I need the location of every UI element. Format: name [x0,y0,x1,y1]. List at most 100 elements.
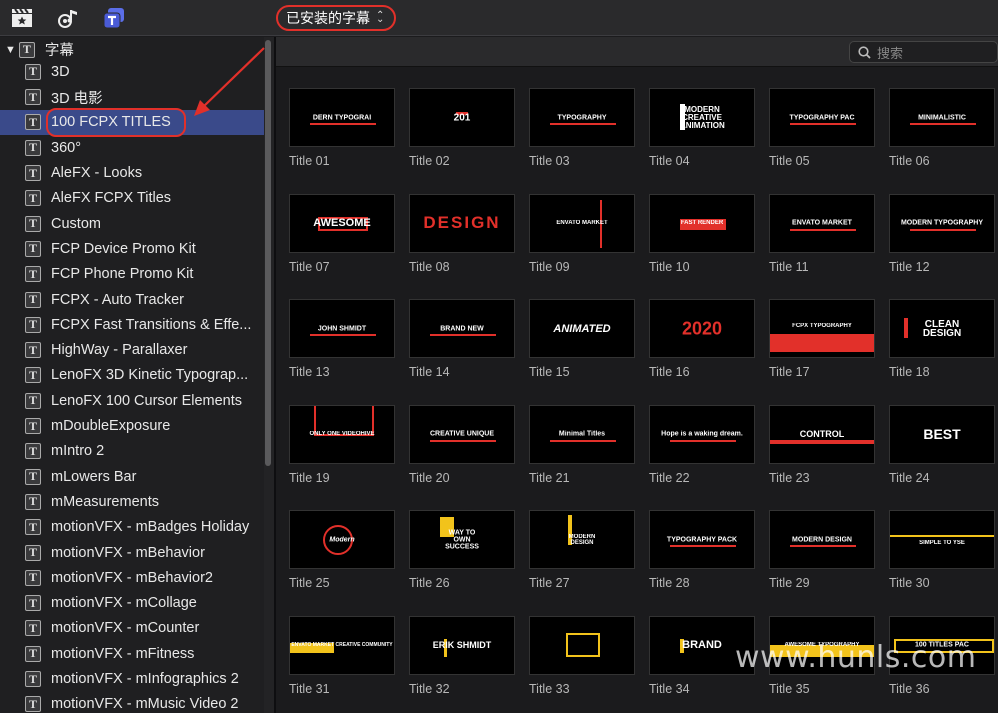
title-tile[interactable]: TYPOGRAPHY PAC Title 05 [769,88,875,168]
title-thumbnail[interactable]: JOHN SHMIDT [289,299,395,358]
title-tile[interactable]: FCPX TYPOGRAPHY Title 17 [769,299,875,379]
title-tile[interactable]: MODERN DESIGN Title 29 [769,510,875,590]
title-thumbnail[interactable]: MINIMALISTIC [889,88,995,147]
title-tile[interactable]: BEST Title 24 [889,404,995,485]
title-thumbnail[interactable]: CONTROL [769,404,875,464]
title-thumbnail[interactable]: AWESOME [289,193,395,253]
sidebar-item[interactable]: T AleFX FCPX Titles [0,186,264,211]
title-thumbnail[interactable]: CREATIVE UNIQUE [409,404,515,464]
sidebar-item[interactable]: TmDoubleExposure [0,414,264,439]
sidebar-item[interactable]: T FCP Phone Promo Kit [0,262,264,287]
title-thumbnail[interactable]: CLEAN DESIGN [889,299,995,358]
title-thumbnail[interactable]: Hope is a waking dream. [649,404,755,464]
sidebar-item[interactable]: TmotionVFX - mFitness [0,641,264,666]
title-tile[interactable]: 201 Title 02 [409,88,515,168]
title-tile[interactable]: 2020 Title 16 [649,299,755,379]
disclosure-triangle-icon[interactable]: ▼ [5,44,16,56]
search-field[interactable]: 搜索 [849,41,998,63]
sidebar-item[interactable]: TmLowers Bar [0,464,264,489]
title-tile[interactable]: DERN TYPOGRAI Title 01 [289,88,395,168]
sidebar-item[interactable]: T AleFX - Looks [0,161,264,186]
sidebar-item[interactable]: TmotionVFX - mInfographics 2 [0,667,264,692]
title-thumbnail[interactable]: 201 [409,88,515,147]
sidebar-item[interactable]: TmMeasurements [0,489,264,514]
title-thumbnail[interactable]: Minimal Titles [529,404,635,464]
title-thumbnail[interactable]: MODERN DESIGN [529,510,635,569]
title-thumbnail[interactable]: FCPX TYPOGRAPHY [769,299,875,358]
title-tile[interactable]: ENVATO MARKET Title 09 [529,193,635,274]
title-tile[interactable]: TYPOGRAPHY PACK Title 28 [649,510,755,590]
title-tile[interactable]: CLEAN DESIGN Title 18 [889,299,995,379]
title-tile[interactable]: BRAND NEW Title 14 [409,299,515,379]
title-thumbnail[interactable]: MODERN DESIGN [769,510,875,569]
title-tile[interactable]: ENVATO MARKET CREATIVE COMMUNITY Title 31 [289,615,395,696]
title-tile[interactable]: Minimal Titles Title 21 [529,404,635,485]
sidebar-item[interactable]: T Custom [0,211,264,236]
title-tile[interactable]: DESIGN Title 08 [409,193,515,274]
title-thumbnail[interactable]: ERIK SHMIDT [409,615,515,675]
title-tile[interactable]: FAST RENDER Title 10 [649,193,755,274]
title-tile[interactable]: Title 33 [529,615,635,696]
title-thumbnail[interactable]: ENVATO MARKET [529,193,635,253]
sidebar-item[interactable]: TmIntro 2 [0,439,264,464]
titles-icon[interactable] [102,7,126,29]
sidebar-item[interactable]: T 360° [0,135,264,160]
title-thumbnail[interactable]: ONLY ONE VIDEOHIVE [289,404,395,464]
title-tile[interactable]: SIMPLE TO YSE Title 30 [889,510,995,590]
title-tile[interactable]: WAY TO OWN SUCCESS Title 26 [409,510,515,590]
title-thumbnail[interactable]: 2020 [649,299,755,358]
clapper-star-icon[interactable] [10,7,34,29]
title-tile[interactable]: JOHN SHMIDT Title 13 [289,299,395,379]
sidebar-item[interactable]: TmotionVFX - mBehavior [0,540,264,565]
title-thumbnail[interactable]: TYPOGRAPHY [529,88,635,147]
title-tile[interactable]: MODERN CREATIVE ANIMATION Title 04 [649,88,755,168]
sidebar-item[interactable]: T HighWay - Parallaxer [0,338,264,363]
title-tile[interactable]: ERIK SHMIDT Title 32 [409,615,515,696]
title-thumbnail[interactable]: FAST RENDER [649,193,755,253]
title-thumbnail[interactable]: MODERN TYPOGRAPHY [889,193,995,253]
sidebar-item[interactable]: TmotionVFX - mCollage [0,591,264,616]
title-tile[interactable]: Modern Title 25 [289,510,395,590]
title-thumbnail[interactable]: DESIGN [409,193,515,253]
title-tile[interactable]: ONLY ONE VIDEOHIVE Title 19 [289,404,395,485]
title-thumbnail[interactable]: DERN TYPOGRAI [289,88,395,147]
title-thumbnail[interactable]: BEST [889,404,995,464]
title-thumbnail[interactable]: WAY TO OWN SUCCESS [409,510,515,569]
title-tile[interactable]: ANIMATED Title 15 [529,299,635,379]
title-tile[interactable]: CREATIVE UNIQUE Title 20 [409,404,515,485]
title-tile[interactable]: ENVATO MARKET Title 11 [769,193,875,274]
title-t-icon: T [25,190,41,207]
title-thumbnail[interactable]: SIMPLE TO YSE [889,510,995,569]
title-tile[interactable]: CONTROL Title 23 [769,404,875,485]
sidebar-item[interactable]: T FCPX - Auto Tracker [0,287,264,312]
title-tile[interactable]: MINIMALISTIC Title 06 [889,88,995,168]
title-thumbnail[interactable]: ENVATO MARKET [769,193,875,253]
sidebar-item[interactable]: T LenoFX 3D Kinetic Typograp... [0,363,264,388]
title-t-icon: T [25,139,41,156]
title-thumbnail[interactable]: ENVATO MARKET CREATIVE COMMUNITY [289,615,395,675]
title-tile[interactable]: TYPOGRAPHY Title 03 [529,88,635,168]
title-thumbnail[interactable] [529,615,635,675]
title-tile[interactable]: MODERN DESIGN Title 27 [529,510,635,590]
title-tile[interactable]: Hope is a waking dream. Title 22 [649,404,755,485]
sidebar-item[interactable]: TmotionVFX - mBehavior2 [0,565,264,590]
title-thumbnail[interactable]: TYPOGRAPHY PAC [769,88,875,147]
sidebar-item[interactable]: TmotionVFX - mCounter [0,616,264,641]
title-thumbnail[interactable]: Modern [289,510,395,569]
installed-titles-dropdown[interactable]: 已安装的字幕 ⌃ ⌄ [276,5,396,31]
title-tile[interactable]: MODERN TYPOGRAPHY Title 12 [889,193,995,274]
title-thumbnail[interactable]: MODERN CREATIVE ANIMATION [649,88,755,147]
sidebar-item[interactable]: T FCP Device Promo Kit [0,236,264,261]
title-label: Title 23 [769,470,810,485]
title-label: Title 07 [289,259,330,274]
music-camera-icon[interactable] [56,7,80,29]
sidebar-item-label: motionVFX - mCounter [51,620,200,637]
title-thumbnail[interactable]: TYPOGRAPHY PACK [649,510,755,569]
title-tile[interactable]: AWESOME Title 07 [289,193,395,274]
sidebar-item[interactable]: T LenoFX 100 Cursor Elements [0,388,264,413]
sidebar-item[interactable]: T FCPX Fast Transitions & Effe... [0,312,264,337]
sidebar-item[interactable]: TmotionVFX - mBadges Holiday [0,515,264,540]
sidebar-item[interactable]: TmotionVFX - mMusic Video 2 [0,692,264,713]
title-thumbnail[interactable]: ANIMATED [529,299,635,358]
title-thumbnail[interactable]: BRAND NEW [409,299,515,358]
